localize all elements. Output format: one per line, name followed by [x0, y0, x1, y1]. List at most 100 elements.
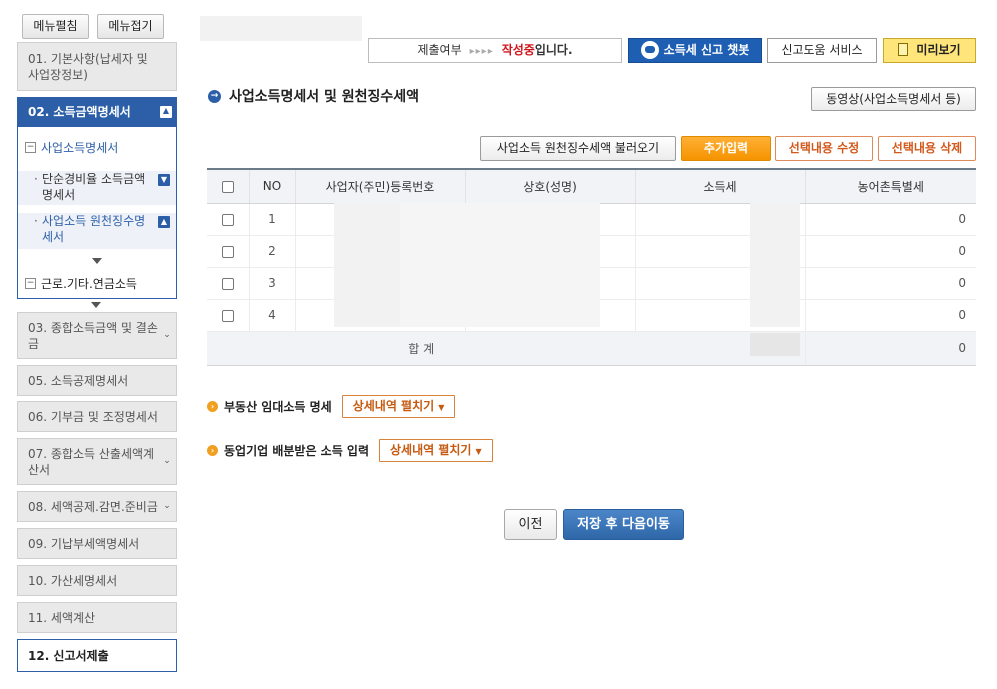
sub-item-withholding[interactable]: · 사업소득 원천징수명세서 ▲: [18, 213, 176, 249]
status-writing: 작성중: [501, 43, 535, 57]
header-income-tax: 소득세: [634, 169, 805, 204]
nav-item-basic-info[interactable]: 01. 기본사항(납세자 및 사업장정보): [17, 42, 177, 91]
nav-item-tax-calculation[interactable]: 11. 세액계산: [17, 602, 177, 633]
nav-item-deduction[interactable]: 05. 소득공제명세서: [17, 365, 177, 396]
bullet-icon: ·: [34, 214, 38, 228]
header-registration-number: 사업자(주민)등록번호: [294, 169, 465, 204]
nav-item-label: 08. 세액공제.감면.준비금: [28, 499, 158, 514]
tax-chatbot-button[interactable]: 소득세 신고 챗봇: [628, 38, 762, 63]
chevron-down-icon[interactable]: ⌄: [162, 330, 172, 340]
status-label: 제출여부: [417, 43, 462, 57]
section-title-text: 사업소득명세서 및 원천징수세액: [229, 89, 420, 105]
table-header-row: NO 사업자(주민)등록번호 상호(성명) 소득세 농어촌특별세: [207, 169, 976, 204]
expand-label: 상세내역 펼치기: [352, 399, 435, 413]
document-icon: [898, 43, 909, 56]
total-rural-special-tax: 0: [804, 331, 976, 366]
nav-item-total-income[interactable]: 03. 종합소득금액 및 결손금 ⌄: [17, 312, 177, 359]
caret-down-icon: ▼: [438, 403, 445, 412]
partnership-income-label: 동업기업 배분받은 소득 입력: [224, 444, 370, 458]
row-checkbox[interactable]: [221, 309, 234, 322]
nav-item-label: 03. 종합소득금액 및 결손금: [28, 320, 158, 351]
row-checkbox-cell: [207, 267, 249, 300]
header-no: NO: [248, 169, 295, 204]
caret-down-icon: ▼: [475, 447, 482, 456]
tree-group-labor-income[interactable]: − 근로.기타.연금소득: [25, 275, 137, 292]
tree-group-business-income[interactable]: − 사업소득명세서: [25, 139, 118, 156]
rental-income-section: › 부동산 임대소득 명세 상세내역 펼치기 ▼: [207, 395, 456, 418]
chatbot-label: 소득세 신고 챗봇: [663, 43, 750, 57]
row-checkbox[interactable]: [221, 245, 234, 258]
income-subtree-panel: − 사업소득명세서 · 단순경비율 소득금액명세서 ▼ · 사업소득 원천징수명…: [17, 127, 177, 299]
chevron-down-icon[interactable]: ▼: [158, 174, 170, 186]
collapse-box-icon: −: [25, 142, 36, 153]
tree-group-label: 사업소득명세서: [41, 141, 119, 155]
redacted-area: [334, 203, 400, 327]
nav-item-label: 01. 기본사항(납세자 및 사업장정보): [28, 51, 148, 82]
video-guide-button[interactable]: 동영상(사업소득명세서 등): [811, 87, 976, 111]
row-no: 4: [248, 299, 295, 332]
arrow-right-circle-icon: ›: [207, 401, 218, 412]
chevron-down-icon[interactable]: ⌄: [162, 501, 172, 511]
nav-item-tax-credit[interactable]: 08. 세액공제.감면.준비금 ⌄: [17, 491, 177, 522]
chevron-up-icon[interactable]: ▲: [158, 216, 170, 228]
nav-item-donation[interactable]: 06. 기부금 및 조정명세서: [17, 401, 177, 432]
rental-income-expand-button[interactable]: 상세내역 펼치기 ▼: [341, 395, 456, 418]
arrow-right-circle-icon: →: [208, 89, 221, 103]
bullet-icon: ·: [34, 172, 38, 186]
redacted-area: [200, 16, 362, 41]
row-rural-special-tax: 0: [804, 235, 976, 268]
menu-collapse-button[interactable]: 메뉴접기: [97, 14, 164, 39]
row-rural-special-tax: 0: [804, 203, 976, 236]
preview-button[interactable]: 미리보기: [883, 38, 976, 63]
select-all-cell: [207, 169, 249, 204]
nav-item-tax-calc-statement[interactable]: 07. 종합소득 산출세액계산서 ⌄: [17, 438, 177, 485]
section-title: → 사업소득명세서 및 원천징수세액: [208, 86, 419, 106]
redacted-area: [400, 203, 600, 327]
row-checkbox[interactable]: [221, 277, 234, 290]
nav-item-label: 12. 신고서제출: [28, 648, 109, 663]
expand-label: 상세내역 펼치기: [390, 443, 472, 457]
chevron-up-icon[interactable]: ▲: [160, 106, 172, 118]
row-no: 2: [248, 235, 295, 268]
filing-help-button[interactable]: 신고도움 서비스: [767, 38, 877, 63]
collapse-box-icon: −: [25, 278, 36, 289]
save-and-next-button[interactable]: 저장 후 다음이동: [563, 509, 684, 540]
partnership-income-section: › 동업기업 배분받은 소득 입력 상세내역 펼치기 ▼: [207, 439, 493, 462]
nav-item-label: 09. 기납부세액명세서: [28, 536, 140, 551]
nav-item-submit-return[interactable]: 12. 신고서제출: [17, 639, 177, 672]
sub-item-simple-expense[interactable]: · 단순경비율 소득금액명세서 ▼: [18, 171, 176, 205]
header-rural-special-tax: 농어촌특별세: [804, 169, 976, 204]
arrow-right-circle-icon: ›: [207, 445, 218, 456]
rental-income-label: 부동산 임대소득 명세: [224, 400, 332, 414]
nav-item-additional-tax[interactable]: 10. 가산세명세서: [17, 565, 177, 596]
sub-item-label: 사업소득 원천징수명세서: [42, 214, 146, 244]
row-checkbox-cell: [207, 235, 249, 268]
chatbot-icon: [640, 40, 659, 59]
nav-item-label: 06. 기부금 및 조정명세서: [28, 409, 158, 424]
nav-item-label: 05. 소득공제명세서: [28, 373, 129, 388]
row-checkbox[interactable]: [221, 213, 234, 226]
nav-item-prepaid-tax[interactable]: 09. 기납부세액명세서: [17, 528, 177, 559]
select-all-checkbox[interactable]: [221, 180, 234, 193]
menu-expand-button[interactable]: 메뉴펼침: [22, 14, 89, 39]
scroll-down-arrow-icon[interactable]: [92, 258, 102, 264]
previous-button[interactable]: 이전: [504, 509, 557, 540]
nav-item-income-statement[interactable]: 02. 소득금액명세서 ▲: [17, 97, 177, 127]
delete-selected-button[interactable]: 선택내용 삭제: [878, 136, 976, 161]
partnership-income-expand-button[interactable]: 상세내역 펼치기 ▼: [379, 439, 493, 462]
edit-selected-button[interactable]: 선택내용 수정: [775, 136, 873, 161]
submission-status: 제출여부 ▸▸▸▸ 작성중입니다.: [368, 38, 622, 63]
chevron-down-icon[interactable]: ⌄: [162, 456, 172, 466]
row-rural-special-tax: 0: [804, 267, 976, 300]
sub-item-label: 단순경비율 소득금액명세서: [42, 172, 146, 202]
row-no: 1: [248, 203, 295, 236]
redacted-area: [750, 203, 800, 327]
nav-item-label: 10. 가산세명세서: [28, 573, 118, 588]
tree-group-label: 근로.기타.연금소득: [41, 277, 137, 291]
load-withholding-button[interactable]: 사업소득 원천징수세액 불러오기: [480, 136, 676, 161]
scroll-down-arrow-icon[interactable]: [91, 302, 101, 308]
add-entry-button[interactable]: 추가입력: [681, 136, 771, 161]
nav-item-label: 07. 종합소득 산출세액계산서: [28, 446, 155, 477]
header-business-name: 상호(성명): [464, 169, 635, 204]
nav-item-label: 11. 세액계산: [28, 610, 96, 625]
